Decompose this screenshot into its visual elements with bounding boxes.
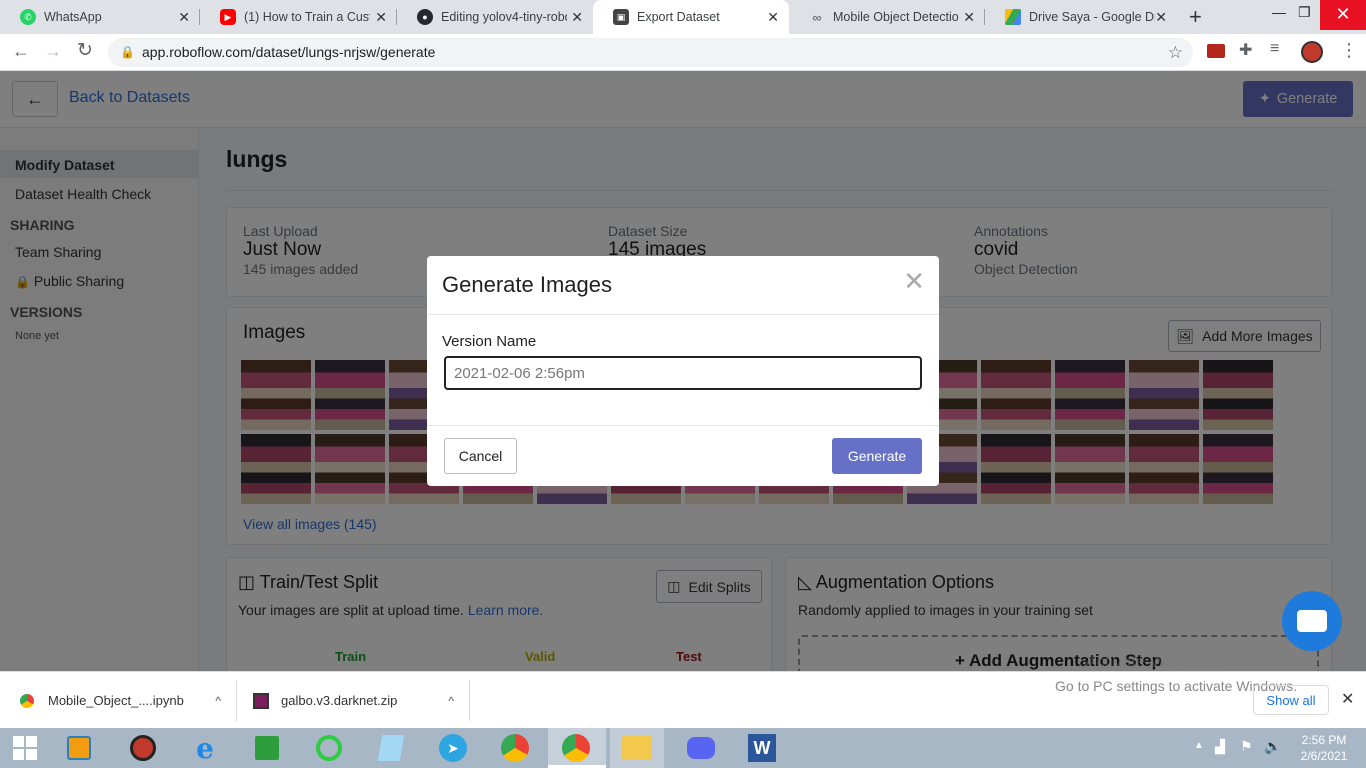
divider — [427, 314, 939, 315]
menu-icon[interactable]: ⋮ — [1340, 40, 1358, 61]
window-close-icon[interactable]: ✕ — [1320, 0, 1366, 30]
url-text: app.roboflow.com/dataset/lungs-nrjsw/gen… — [142, 44, 436, 60]
generate-images-modal: Generate Images ✕ Version Name Cancel Ge… — [427, 256, 939, 486]
version-name-label: Version Name — [442, 333, 537, 350]
back-arrow-icon[interactable]: ← — [12, 41, 30, 62]
antivirus-icon[interactable] — [128, 733, 158, 763]
puzzle-icon[interactable]: ✚ — [1239, 40, 1252, 60]
close-icon[interactable]: ✕ — [375, 9, 387, 26]
divider — [469, 680, 470, 721]
version-name-input[interactable] — [444, 356, 922, 390]
close-icon[interactable]: ✕ — [178, 9, 190, 26]
media-player-icon[interactable] — [64, 733, 94, 763]
chat-icon — [1297, 610, 1327, 632]
new-tab-button[interactable]: + — [1189, 4, 1202, 30]
reading-list-icon[interactable]: ≡ — [1270, 40, 1279, 58]
chevron-up-icon[interactable]: ▲ — [1194, 740, 1204, 751]
minimize-icon[interactable]: — — [1272, 4, 1286, 20]
tab-title: Editing yolov4-tiny-robo — [441, 10, 567, 24]
chrome-icon — [562, 734, 590, 762]
download-filename: Mobile_Object_....ipynb — [48, 693, 184, 708]
close-icon[interactable]: ✕ — [903, 268, 925, 294]
generate-button[interactable]: Generate — [832, 438, 922, 474]
lock-icon: 🔒 — [120, 45, 135, 59]
tab-github[interactable]: ● Editing yolov4-tiny-robo ✕ — [397, 0, 593, 34]
tab-title: Drive Saya - Google Drive — [1029, 10, 1155, 24]
extension-icon[interactable] — [1207, 44, 1225, 58]
clock-time: 2:56 PM — [1301, 733, 1347, 747]
winrar-icon — [253, 692, 269, 709]
file-explorer-taskbar-item[interactable] — [610, 728, 664, 768]
download-item[interactable]: Mobile_Object_....ipynb ^ — [20, 672, 235, 729]
chat-widget-button[interactable] — [1282, 591, 1342, 651]
roboflow-icon: ▣ — [613, 9, 629, 25]
close-icon[interactable]: ✕ — [767, 9, 779, 26]
tab-title: WhatsApp — [44, 10, 102, 24]
notes-app-icon[interactable] — [376, 733, 406, 763]
active-taskbar-item[interactable] — [548, 728, 606, 768]
tab-whatsapp[interactable]: ✆ WhatsApp ✕ — [0, 0, 200, 34]
cancel-button[interactable]: Cancel — [444, 438, 517, 474]
browser-toolbar: ← → ↻ 🔒 app.roboflow.com/dataset/lungs-n… — [0, 34, 1366, 71]
browser-tab-strip: ✆ WhatsApp ✕ ▶ (1) How to Train a Custom… — [0, 0, 1366, 34]
close-icon[interactable]: ✕ — [1341, 689, 1354, 709]
discord-icon[interactable] — [686, 733, 716, 763]
close-icon[interactable]: ✕ — [963, 9, 975, 26]
windows-start-icon[interactable] — [10, 733, 40, 763]
volume-icon[interactable]: 🔈 — [1264, 738, 1281, 755]
windows-taskbar: e ➤ W ▲ ▟ ⚑ 🔈 2:56 PM 2/6/2021 — [0, 728, 1366, 768]
youtube-icon: ▶ — [220, 9, 236, 25]
modal-title: Generate Images — [442, 272, 612, 297]
ring-app-icon[interactable] — [314, 733, 344, 763]
tab-google-drive[interactable]: Drive Saya - Google Drive ✕ — [985, 0, 1177, 34]
google-drive-icon — [1005, 9, 1021, 25]
whatsapp-icon: ✆ — [20, 9, 36, 25]
download-filename: galbo.v3.darknet.zip — [281, 693, 398, 708]
divider — [427, 425, 939, 426]
store-icon[interactable] — [252, 733, 282, 763]
folder-icon — [622, 736, 652, 760]
forward-arrow-icon[interactable]: → — [44, 41, 62, 62]
chrome-icon — [20, 693, 34, 708]
address-bar[interactable]: 🔒 app.roboflow.com/dataset/lungs-nrjsw/g… — [108, 38, 1193, 67]
tab-title: (1) How to Train a Custom — [244, 10, 370, 24]
tab-title: Mobile Object Detection — [833, 10, 959, 24]
download-item[interactable]: galbo.v3.darknet.zip ^ — [253, 672, 468, 729]
chrome-icon[interactable] — [500, 733, 530, 763]
chevron-up-icon[interactable]: ^ — [448, 694, 454, 708]
github-icon: ● — [417, 9, 433, 25]
tab-colab[interactable]: ∞ Mobile Object Detection ✕ — [789, 0, 985, 34]
close-icon[interactable]: ✕ — [571, 9, 583, 26]
restore-icon[interactable]: ❐ — [1298, 4, 1311, 21]
tab-export-dataset[interactable]: ▣ Export Dataset ✕ — [593, 0, 789, 34]
show-all-button[interactable]: Show all — [1253, 685, 1329, 715]
star-icon[interactable]: ☆ — [1168, 38, 1183, 67]
chevron-up-icon[interactable]: ^ — [215, 694, 221, 708]
close-icon[interactable]: ✕ — [1155, 9, 1167, 26]
divider — [236, 680, 237, 721]
colab-icon: ∞ — [812, 9, 822, 25]
clock-date: 2/6/2021 — [1300, 749, 1348, 763]
telegram-icon[interactable]: ➤ — [438, 733, 468, 763]
activate-windows-watermark: Activate Windows — [1085, 652, 1220, 671]
download-shelf: Mobile_Object_....ipynb ^ galbo.v3.darkn… — [0, 671, 1366, 728]
word-icon[interactable]: W — [747, 733, 777, 763]
clock[interactable]: 2:56 PM 2/6/2021 — [1290, 732, 1358, 764]
tab-title: Export Dataset — [637, 10, 720, 24]
network-icon[interactable]: ▟ — [1215, 739, 1225, 755]
tab-youtube[interactable]: ▶ (1) How to Train a Custom ✕ — [200, 0, 397, 34]
profile-avatar[interactable] — [1301, 41, 1323, 63]
internet-explorer-icon[interactable]: e — [190, 732, 220, 765]
reload-icon[interactable]: ↻ — [77, 39, 93, 62]
action-center-icon[interactable]: ⚑ — [1240, 738, 1253, 755]
